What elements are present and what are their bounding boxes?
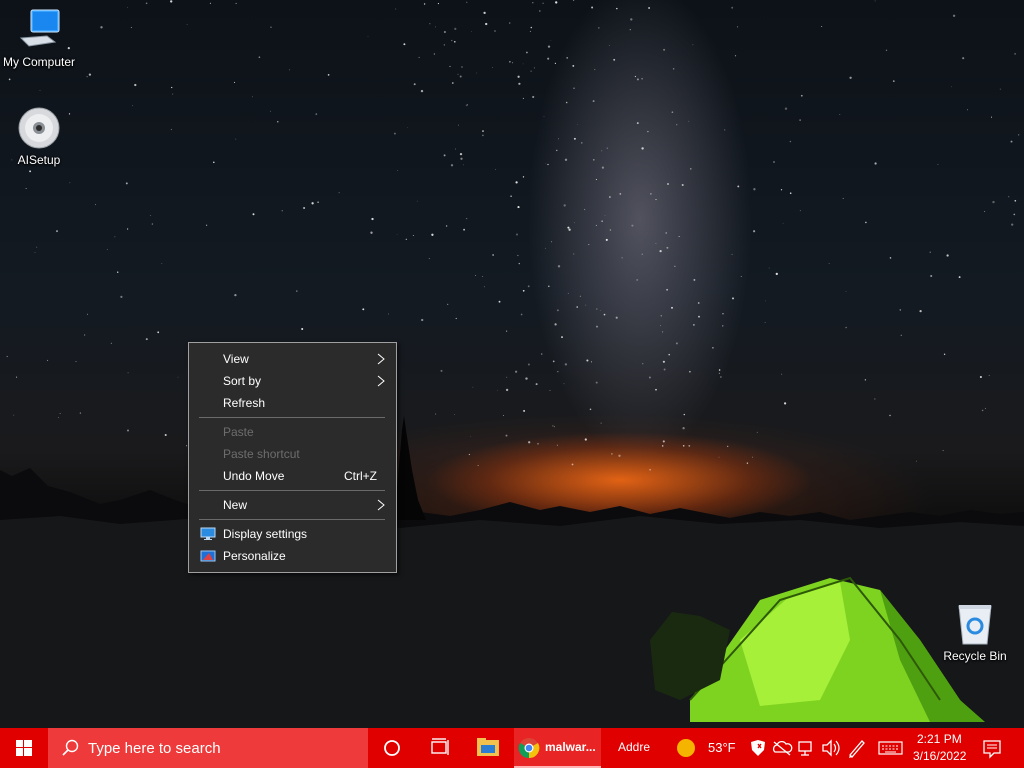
desktop-background[interactable]: My Computer AISetup Recycle Bin: [0, 0, 1024, 728]
pen-tray-button[interactable]: [846, 728, 868, 768]
menu-item-sort-by[interactable]: Sort by: [190, 370, 395, 392]
menu-item-paste: Paste: [190, 421, 395, 443]
taskbar: Type here to search malwar... Addre 53°F: [0, 728, 1024, 768]
menu-separator: [199, 519, 385, 520]
weather-temp: 53°F: [708, 740, 736, 755]
display-icon: [200, 527, 216, 540]
chrome-icon: [518, 738, 540, 759]
onedrive-tray-button[interactable]: [770, 728, 794, 768]
recycle-bin-label: Recycle Bin: [943, 649, 1007, 663]
cortana-button[interactable]: [372, 728, 412, 768]
chrome-taskbar-button[interactable]: malwar...: [514, 728, 601, 768]
volume-tray-button[interactable]: [820, 728, 842, 768]
menu-item-label: Paste shortcut: [223, 447, 300, 461]
network-tray-button[interactable]: [796, 728, 818, 768]
computer-icon: [17, 8, 61, 52]
keyboard-icon: [878, 741, 903, 755]
address-toolbar[interactable]: Addre: [604, 728, 664, 768]
search-icon: [62, 739, 79, 756]
disc-icon: [17, 106, 61, 150]
menu-item-refresh[interactable]: Refresh: [190, 392, 395, 414]
menu-item-label: Undo Move: [223, 469, 285, 483]
menu-item-label: Refresh: [223, 396, 266, 410]
menu-item-undo-move[interactable]: Undo Move Ctrl+Z: [190, 465, 395, 487]
aisetup-label: AISetup: [17, 153, 61, 167]
touch-keyboard-button[interactable]: [876, 728, 906, 768]
menu-item-label: Sort by: [223, 374, 262, 388]
aisetup-icon[interactable]: AISetup: [0, 106, 78, 167]
desktop-context-menu: View Sort by Refresh Paste Paste shortcu…: [188, 342, 397, 573]
menu-item-personalize[interactable]: Personalize: [190, 545, 395, 567]
menu-item-new[interactable]: New: [190, 494, 395, 516]
menu-item-display-settings[interactable]: Display settings: [190, 523, 395, 545]
chevron-right-icon: [377, 375, 385, 387]
menu-item-shortcut: Ctrl+Z: [344, 469, 377, 483]
clock-time: 2:21 PM: [917, 732, 962, 746]
menu-item-label: New: [223, 498, 248, 512]
recycle-bin-image-icon: [953, 602, 997, 646]
personalize-icon: [200, 550, 216, 562]
menu-item-label: Display settings: [223, 527, 308, 541]
network-icon: [798, 741, 812, 756]
menu-item-label: View: [223, 352, 249, 366]
weather-widget[interactable]: 53°F: [672, 728, 744, 768]
clock-date: 3/16/2022: [913, 749, 967, 763]
task-view-button[interactable]: [420, 728, 460, 768]
chevron-right-icon: [377, 499, 385, 511]
shield-icon: [751, 740, 765, 756]
menu-item-paste-shortcut: Paste shortcut: [190, 443, 395, 465]
menu-separator: [199, 417, 385, 418]
start-button[interactable]: [0, 728, 48, 768]
search-placeholder: Type here to search: [88, 740, 221, 757]
file-explorer-button[interactable]: [468, 728, 508, 768]
address-toolbar-label: Addre: [618, 740, 651, 754]
recycle-bin-icon[interactable]: Recycle Bin: [936, 602, 1014, 663]
chevron-right-icon: [377, 353, 385, 365]
search-box[interactable]: Type here to search: [48, 728, 368, 768]
menu-item-label: Personalize: [223, 549, 286, 563]
notifications-icon: [983, 740, 1001, 759]
landscape: [0, 416, 1024, 728]
folder-icon: [477, 738, 499, 756]
task-view-icon: [431, 738, 449, 755]
windows-logo-icon: [16, 740, 32, 756]
speaker-icon: [822, 739, 840, 757]
chrome-window-label: malwar...: [545, 740, 596, 754]
action-center-button[interactable]: [974, 728, 1010, 768]
my-computer-label: My Computer: [2, 55, 76, 69]
security-tray-button[interactable]: [748, 728, 768, 768]
clock[interactable]: 2:21 PM 3/16/2022: [908, 728, 970, 768]
menu-separator: [199, 490, 385, 491]
my-computer-icon[interactable]: My Computer: [0, 8, 78, 69]
cloud-off-icon: [772, 740, 793, 756]
cortana-circle-icon: [384, 740, 400, 756]
sun-icon: [677, 739, 695, 757]
menu-item-view[interactable]: View: [190, 348, 395, 370]
menu-item-label: Paste: [223, 425, 254, 439]
pen-icon: [849, 740, 865, 758]
